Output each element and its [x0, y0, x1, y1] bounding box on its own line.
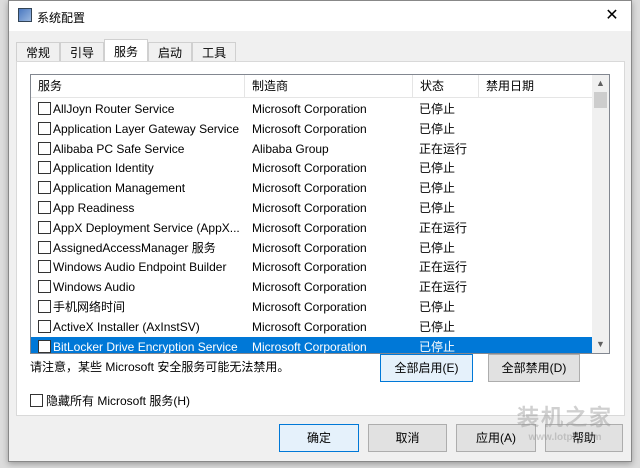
service-checkbox[interactable] [38, 300, 51, 313]
service-manufacturer: Microsoft Corporation [252, 102, 367, 116]
service-manufacturer: Microsoft Corporation [252, 181, 367, 196]
service-manufacturer: Microsoft Corporation [252, 339, 367, 354]
enable-all-button[interactable]: 全部启用(E) [380, 354, 473, 382]
tab-services[interactable]: 服务 [104, 39, 149, 61]
service-status: 已停止 [419, 102, 456, 116]
service-name: AssignedAccessManager 服务 [53, 240, 216, 255]
service-row[interactable]: Windows Audio Microsoft Corporation 正在运行 [31, 277, 593, 297]
service-manufacturer: Microsoft Corporation [252, 300, 367, 314]
services-panel: 服务 制造商 状态 禁用日期 AllJoyn Router Service Mi… [16, 61, 625, 416]
service-status: 已停止 [419, 161, 456, 176]
service-checkbox[interactable] [38, 181, 51, 195]
service-name: Application Identity [53, 161, 154, 176]
list-header: 服务 制造商 状态 禁用日期 [31, 75, 593, 98]
column-status[interactable]: 状态 [413, 75, 479, 98]
service-name: Windows Audio Endpoint Builder [53, 260, 227, 275]
watermark-url: www.lotpc.com [528, 432, 602, 443]
tab-general[interactable]: 常规 [16, 42, 61, 62]
service-name: Application Layer Gateway Service [53, 121, 240, 136]
app-icon [18, 8, 32, 22]
title-bar: 系统配置 ✕ [9, 1, 631, 31]
ok-button[interactable]: 确定 [279, 424, 359, 452]
service-name: 手机网络时间 [53, 300, 126, 314]
service-manufacturer: Microsoft Corporation [252, 161, 367, 176]
service-status: 正在运行 [419, 260, 468, 275]
tab-boot[interactable]: 引导 [60, 42, 105, 62]
service-manufacturer: Microsoft Corporation [252, 319, 367, 334]
tab-tools[interactable]: 工具 [192, 42, 237, 62]
service-row[interactable]: Application Identity Microsoft Corporati… [31, 158, 593, 178]
service-row[interactable]: ActiveX Installer (AxInstSV) Microsoft C… [31, 317, 593, 337]
service-checkbox[interactable] [38, 260, 51, 274]
service-status: 已停止 [419, 319, 456, 334]
watermark-name: 装机之家 [516, 405, 613, 430]
column-disabled-date[interactable]: 禁用日期 [479, 75, 593, 98]
tab-bar: 常规 引导 服务 启动 工具 [16, 39, 237, 62]
service-checkbox[interactable] [38, 220, 51, 234]
service-checkbox[interactable] [38, 280, 51, 294]
service-row[interactable]: Application Layer Gateway Service Micros… [31, 119, 593, 139]
service-row[interactable]: Alibaba PC Safe Service Alibaba Group 正在… [31, 139, 593, 159]
vertical-scrollbar[interactable]: ▲ ▼ [592, 75, 609, 353]
service-status: 已停止 [419, 300, 456, 314]
service-status: 已停止 [419, 201, 456, 215]
column-manufacturer[interactable]: 制造商 [245, 75, 413, 98]
service-manufacturer: Microsoft Corporation [252, 260, 367, 275]
scroll-thumb[interactable] [594, 92, 607, 108]
service-name: App Readiness [53, 201, 135, 215]
window-title: 系统配置 [37, 11, 86, 25]
service-checkbox[interactable] [38, 339, 51, 353]
note-text: 请注意，某些 Microsoft 安全服务可能无法禁用。 [30, 360, 290, 374]
service-checkbox[interactable] [38, 141, 51, 155]
service-row[interactable]: BitLocker Drive Encryption Service Micro… [31, 336, 593, 354]
hide-ms-label: 隐藏所有 Microsoft 服务(H) [46, 394, 191, 408]
service-row[interactable]: AllJoyn Router Service Microsoft Corpora… [31, 99, 593, 119]
close-button[interactable]: ✕ [597, 3, 627, 29]
service-row[interactable]: AssignedAccessManager 服务 Microsoft Corpo… [31, 238, 593, 258]
cancel-button[interactable]: 取消 [368, 424, 447, 452]
service-name: BitLocker Drive Encryption Service [53, 339, 238, 354]
service-name: ActiveX Installer (AxInstSV) [53, 319, 200, 334]
scroll-down-icon[interactable]: ▼ [592, 336, 609, 353]
service-checkbox[interactable] [38, 121, 51, 135]
column-service[interactable]: 服务 [31, 75, 245, 98]
service-status: 正在运行 [419, 220, 468, 235]
hide-ms-services-checkbox[interactable]: 隐藏所有 Microsoft 服务(H) [30, 392, 190, 409]
service-row[interactable]: App Readiness Microsoft Corporation 已停止 [31, 198, 593, 218]
checkbox[interactable] [30, 394, 43, 407]
scroll-up-icon[interactable]: ▲ [592, 75, 609, 92]
tab-startup[interactable]: 启动 [148, 42, 193, 62]
service-name: AppX Deployment Service (AppX... [53, 220, 240, 235]
services-list[interactable]: 服务 制造商 状态 禁用日期 AllJoyn Router Service Mi… [30, 74, 610, 354]
service-checkbox[interactable] [38, 240, 51, 254]
service-status: 正在运行 [419, 141, 468, 156]
service-checkbox[interactable] [38, 319, 51, 333]
service-status: 已停止 [419, 121, 456, 136]
service-row[interactable]: AppX Deployment Service (AppX... Microso… [31, 218, 593, 238]
disable-all-button[interactable]: 全部禁用(D) [488, 354, 580, 382]
service-manufacturer: Microsoft Corporation [252, 220, 367, 235]
service-status: 正在运行 [419, 280, 468, 295]
service-row[interactable]: Application Management Microsoft Corpora… [31, 178, 593, 198]
service-checkbox[interactable] [38, 201, 51, 214]
service-name: Windows Audio [53, 280, 136, 295]
watermark: 装机之家 www.lotpc.com [517, 400, 613, 443]
service-row[interactable]: Windows Audio Endpoint Builder Microsoft… [31, 257, 593, 277]
service-manufacturer: Alibaba Group [252, 141, 329, 156]
service-name: Alibaba PC Safe Service [53, 141, 185, 156]
service-checkbox[interactable] [38, 102, 51, 115]
service-manufacturer: Microsoft Corporation [252, 240, 367, 255]
service-status: 已停止 [419, 240, 456, 255]
service-name: Application Management [53, 181, 186, 196]
system-config-dialog: 系统配置 ✕ 常规 引导 服务 启动 工具 服务 制造商 状态 禁用日期 All… [8, 0, 632, 462]
service-manufacturer: Microsoft Corporation [252, 121, 367, 136]
service-row[interactable]: 手机网络时间 Microsoft Corporation 已停止 [31, 297, 593, 317]
service-status: 已停止 [419, 181, 456, 196]
service-manufacturer: Microsoft Corporation [252, 201, 367, 215]
service-checkbox[interactable] [38, 161, 51, 175]
service-manufacturer: Microsoft Corporation [252, 280, 367, 295]
service-name: AllJoyn Router Service [53, 102, 175, 116]
service-status: 已停止 [419, 339, 456, 354]
